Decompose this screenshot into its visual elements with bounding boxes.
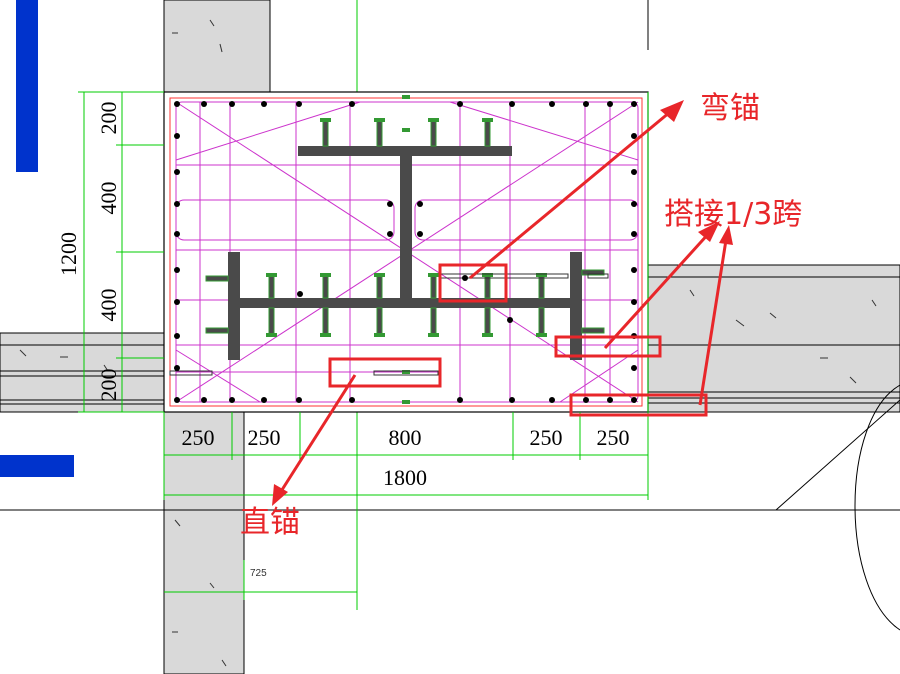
- dim-width-seg-1: 250: [182, 425, 215, 450]
- detail-length-label: 725: [250, 568, 267, 579]
- dim-height-total: 1200: [56, 232, 81, 276]
- steel-bottom-flange: [232, 298, 578, 308]
- steel-web: [400, 146, 412, 306]
- beam-right: [647, 264, 900, 413]
- straight-anchor-label: 直锚: [240, 505, 300, 540]
- dim-width-total: 1800: [383, 465, 427, 490]
- dim-width-seg-3: 800: [389, 425, 422, 450]
- lap-splice-label: 搭接1/3跨: [664, 197, 802, 232]
- dim-width-seg-2: 250: [248, 425, 281, 450]
- blue-bar-horizontal: [0, 455, 74, 477]
- steel-right-plate: [570, 252, 582, 360]
- bent-anchor-label: 弯锚: [700, 91, 760, 126]
- beam-column-joint-drawing: 725 1200 200 400 400 200 250 250 800 250…: [0, 0, 900, 674]
- steel-left-plate: [228, 252, 240, 360]
- joint-section: [163, 91, 649, 413]
- dim-height-seg-3: 400: [96, 289, 121, 322]
- dim-width-seg-4: 250: [530, 425, 563, 450]
- dim-height-seg-2: 400: [96, 182, 121, 215]
- dim-height-seg-1: 200: [96, 102, 121, 135]
- dim-height-seg-4: 200: [96, 369, 121, 402]
- dim-width-seg-5: 250: [597, 425, 630, 450]
- column-upper: [163, 0, 271, 93]
- blue-bar-vertical: [16, 0, 38, 172]
